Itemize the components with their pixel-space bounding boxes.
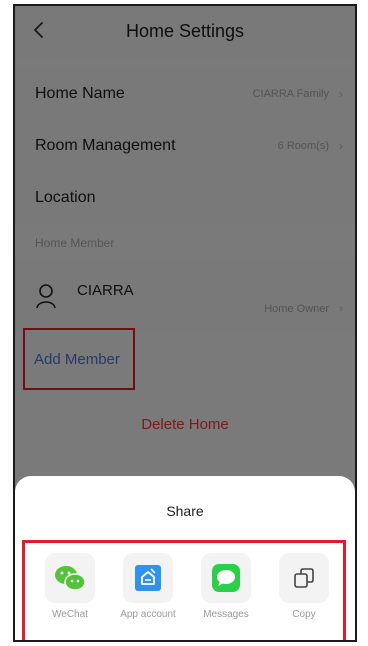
share-wechat-label: WeChat	[52, 609, 88, 620]
messages-icon	[201, 553, 251, 603]
share-options: WeChat App account Messages Copy	[22, 540, 346, 640]
share-copy-button[interactable]: Copy	[269, 553, 339, 640]
share-messages-button[interactable]: Messages	[191, 553, 261, 640]
share-app-account-button[interactable]: App account	[113, 553, 183, 640]
app-account-icon	[123, 553, 173, 603]
share-copy-label: Copy	[292, 609, 316, 620]
share-sheet: Share WeChat App account Messages Copy	[15, 476, 355, 640]
share-messages-label: Messages	[203, 609, 249, 620]
phone-frame: Home Settings Home Name CIARRA Family › …	[13, 4, 357, 642]
share-wechat-button[interactable]: WeChat	[35, 553, 105, 640]
share-app-account-label: App account	[120, 609, 176, 620]
home-settings-screen: Home Settings Home Name CIARRA Family › …	[15, 6, 355, 640]
wechat-icon	[45, 553, 95, 603]
share-sheet-title: Share	[166, 503, 204, 519]
copy-icon	[279, 553, 329, 603]
